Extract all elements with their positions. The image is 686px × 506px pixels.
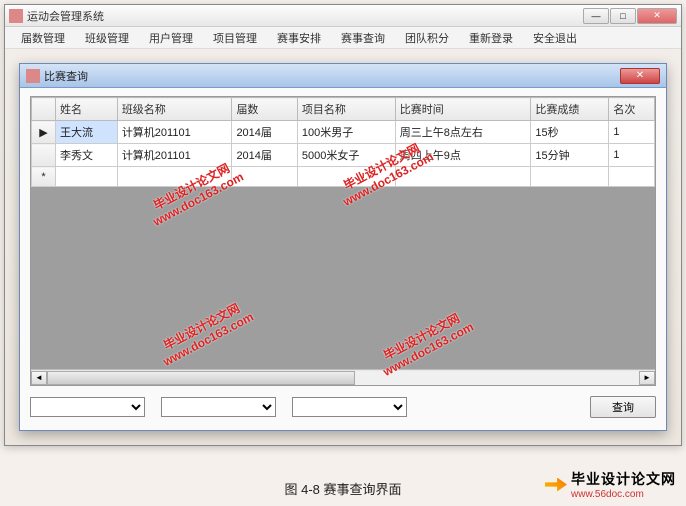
main-window: 运动会管理系统 — □ ✕ 届数管理 班级管理 用户管理 项目管理 赛事安排 赛… xyxy=(4,4,682,446)
table-row[interactable]: 李秀文 计算机201101 2014届 5000米女子 周四上午9点 15分钟 … xyxy=(32,144,655,167)
menu-classes[interactable]: 班级管理 xyxy=(75,28,139,48)
col-class[interactable]: 班级名称 xyxy=(117,98,232,121)
cell-result[interactable]: 15秒 xyxy=(531,121,609,144)
cell-term[interactable]: 2014届 xyxy=(232,121,297,144)
cell-empty[interactable] xyxy=(297,167,395,187)
data-grid-container: 姓名 班级名称 届数 项目名称 比赛时间 比赛成绩 名次 xyxy=(30,96,656,386)
footer-text: 毕业设计论文网 www.56doc.com xyxy=(571,469,676,500)
cell-event[interactable]: 5000米女子 xyxy=(297,144,395,167)
menu-teamscore[interactable]: 团队积分 xyxy=(395,28,459,48)
new-row[interactable]: * xyxy=(32,167,655,187)
menu-projects[interactable]: 项目管理 xyxy=(203,28,267,48)
menu-users[interactable]: 用户管理 xyxy=(139,28,203,48)
cell-term[interactable]: 2014届 xyxy=(232,144,297,167)
cell-event[interactable]: 100米男子 xyxy=(297,121,395,144)
table-row[interactable]: ▶ 王大流 计算机201101 2014届 100米男子 周三上午8点左右 15… xyxy=(32,121,655,144)
menu-schedule[interactable]: 赛事安排 xyxy=(267,28,331,48)
cell-name[interactable]: 王大流 xyxy=(56,121,118,144)
child-window-title: 比赛查询 xyxy=(44,68,620,84)
cell-time[interactable]: 周四上午9点 xyxy=(395,144,531,167)
scroll-thumb[interactable] xyxy=(47,371,355,385)
grid-empty-area xyxy=(31,187,655,369)
menu-query[interactable]: 赛事查询 xyxy=(331,28,395,48)
header-row: 姓名 班级名称 届数 项目名称 比赛时间 比赛成绩 名次 xyxy=(32,98,655,121)
scroll-track[interactable] xyxy=(47,371,639,385)
cell-result[interactable]: 15分钟 xyxy=(531,144,609,167)
mdi-client-area: 比赛查询 ✕ 姓名 班级名称 届数 xyxy=(5,49,681,445)
row-indicator xyxy=(32,144,56,167)
cell-empty[interactable] xyxy=(609,167,655,187)
footer-branding: 毕业设计论文网 www.56doc.com xyxy=(545,469,676,500)
filter-combo-1[interactable] xyxy=(30,397,145,417)
horizontal-scrollbar[interactable]: ◄ ► xyxy=(31,369,655,385)
cell-class[interactable]: 计算机201101 xyxy=(117,144,232,167)
child-app-icon xyxy=(26,69,40,83)
cell-empty[interactable] xyxy=(117,167,232,187)
cell-empty[interactable] xyxy=(395,167,531,187)
child-close-button[interactable]: ✕ xyxy=(620,68,660,84)
col-time[interactable]: 比赛时间 xyxy=(395,98,531,121)
col-event[interactable]: 项目名称 xyxy=(297,98,395,121)
main-window-title: 运动会管理系统 xyxy=(27,8,582,24)
new-row-marker: * xyxy=(32,167,56,187)
cell-class[interactable]: 计算机201101 xyxy=(117,121,232,144)
cell-empty[interactable] xyxy=(531,167,609,187)
close-button[interactable]: ✕ xyxy=(637,8,677,24)
filter-combo-2[interactable] xyxy=(161,397,276,417)
app-icon xyxy=(9,9,23,23)
query-button[interactable]: 查询 xyxy=(590,396,656,418)
results-table[interactable]: 姓名 班级名称 届数 项目名称 比赛时间 比赛成绩 名次 xyxy=(31,97,655,187)
menu-sessions[interactable]: 届数管理 xyxy=(11,28,75,48)
child-title-bar: 比赛查询 ✕ xyxy=(20,64,666,88)
cell-rank[interactable]: 1 xyxy=(609,144,655,167)
col-rank[interactable]: 名次 xyxy=(609,98,655,121)
minimize-button[interactable]: — xyxy=(583,8,609,24)
col-name[interactable]: 姓名 xyxy=(56,98,118,121)
cell-time[interactable]: 周三上午8点左右 xyxy=(395,121,531,144)
cell-name[interactable]: 李秀文 xyxy=(56,144,118,167)
filter-bar: 查询 xyxy=(30,396,656,418)
window-controls: — □ ✕ xyxy=(582,8,677,24)
grid-viewport: 姓名 班级名称 届数 项目名称 比赛时间 比赛成绩 名次 xyxy=(31,97,655,369)
scroll-left-icon[interactable]: ◄ xyxy=(31,371,47,385)
cell-empty[interactable] xyxy=(232,167,297,187)
cell-empty[interactable] xyxy=(56,167,118,187)
cell-rank[interactable]: 1 xyxy=(609,121,655,144)
arrow-icon xyxy=(545,478,567,492)
child-body: 姓名 班级名称 届数 项目名称 比赛时间 比赛成绩 名次 xyxy=(20,88,666,430)
col-result[interactable]: 比赛成绩 xyxy=(531,98,609,121)
maximize-button[interactable]: □ xyxy=(610,8,636,24)
query-child-window: 比赛查询 ✕ 姓名 班级名称 届数 xyxy=(19,63,667,431)
row-indicator: ▶ xyxy=(32,121,56,144)
filter-combo-3[interactable] xyxy=(292,397,407,417)
menu-exit[interactable]: 安全退出 xyxy=(523,28,587,48)
menu-bar: 届数管理 班级管理 用户管理 项目管理 赛事安排 赛事查询 团队积分 重新登录 … xyxy=(5,27,681,49)
col-rowheader[interactable] xyxy=(32,98,56,121)
col-term[interactable]: 届数 xyxy=(232,98,297,121)
menu-relogin[interactable]: 重新登录 xyxy=(459,28,523,48)
scroll-right-icon[interactable]: ► xyxy=(639,371,655,385)
main-title-bar: 运动会管理系统 — □ ✕ xyxy=(5,5,681,27)
